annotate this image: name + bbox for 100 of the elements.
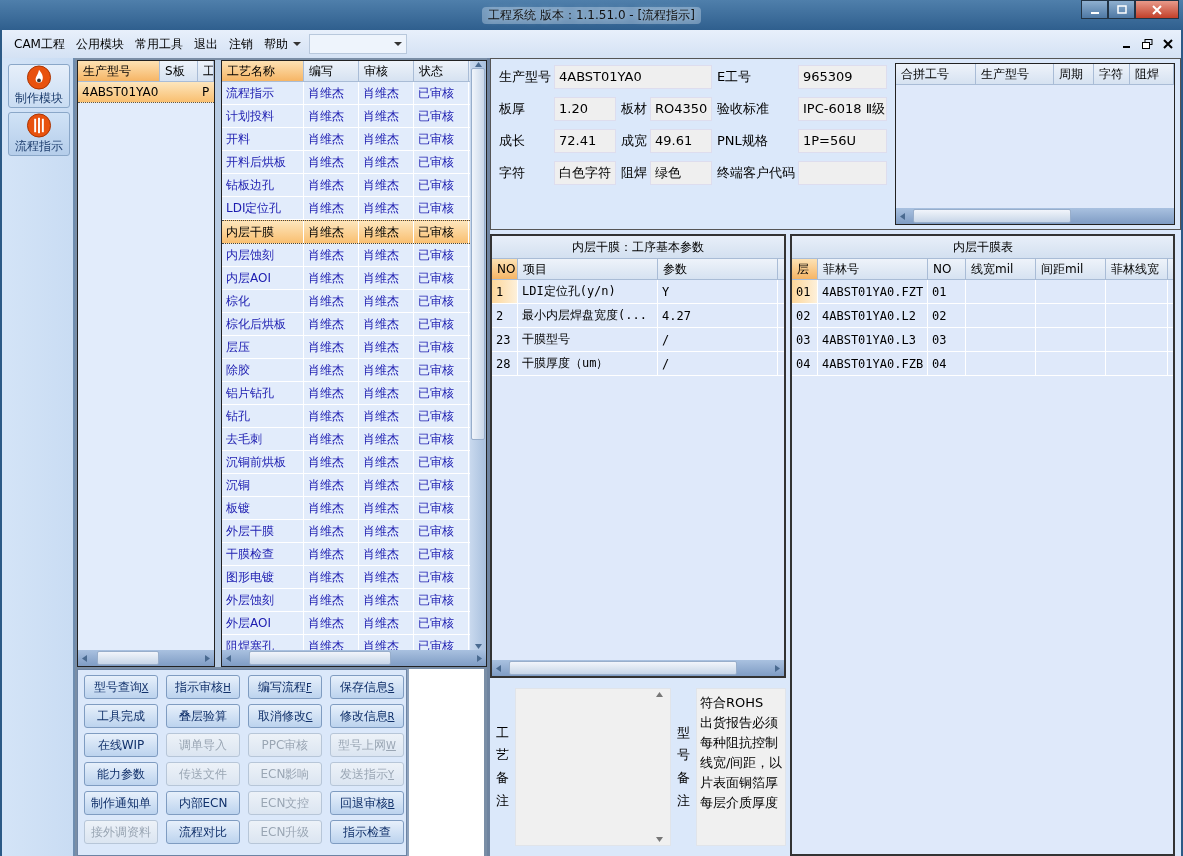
table-cell[interactable]: 04 xyxy=(792,352,818,375)
table-cell[interactable]: 已审核 xyxy=(413,382,469,404)
table-cell[interactable]: 已审核 xyxy=(413,244,469,266)
table-cell[interactable]: 已审核 xyxy=(413,428,469,450)
table-cell[interactable]: 肖维杰 xyxy=(303,82,359,104)
action-button[interactable]: 编写流程F xyxy=(248,675,322,699)
restore-icon[interactable] xyxy=(1142,39,1153,49)
table-cell[interactable]: 已审核 xyxy=(413,405,469,427)
menu-item[interactable]: 公用模块 xyxy=(75,35,124,53)
table-cell[interactable]: 肖维杰 xyxy=(303,244,359,266)
table-cell[interactable]: 肖维杰 xyxy=(358,174,414,196)
table-cell[interactable]: 肖维杰 xyxy=(303,405,359,427)
table-row[interactable]: 4ABST01YA0 P xyxy=(78,82,214,103)
column-header[interactable]: 状态 xyxy=(413,61,469,81)
table-cell[interactable]: 钻板边孔 xyxy=(221,174,304,196)
table-cell[interactable]: 去毛刺 xyxy=(221,428,304,450)
close-button[interactable] xyxy=(1135,0,1179,19)
table-cell[interactable]: 肖维杰 xyxy=(358,405,414,427)
table-cell[interactable]: 肖维杰 xyxy=(358,151,414,173)
table-cell[interactable]: 4.27 xyxy=(658,304,778,327)
input-field[interactable]: 绿色 xyxy=(650,161,712,185)
table-cell[interactable]: 肖维杰 xyxy=(303,151,359,173)
vertical-scrollbar[interactable] xyxy=(470,61,486,650)
action-button[interactable]: 内部ECN xyxy=(166,791,240,815)
table-cell[interactable]: 肖维杰 xyxy=(303,105,359,127)
scroll-left-icon[interactable] xyxy=(495,664,502,672)
table-cell[interactable]: 4ABST01YA0.FZT xyxy=(818,280,928,303)
table-cell[interactable]: 4ABST01YA0.FZB xyxy=(818,352,928,375)
horizontal-scrollbar[interactable] xyxy=(78,650,214,666)
action-button[interactable]: 制作通知单 xyxy=(84,791,158,815)
close-icon[interactable] xyxy=(1163,39,1173,49)
scroll-left-icon[interactable] xyxy=(224,654,232,662)
column-header[interactable]: 生产型号 xyxy=(976,64,1054,84)
scroll-up-icon[interactable] xyxy=(656,691,663,698)
table-cell[interactable]: 肖维杰 xyxy=(303,290,359,312)
input-field[interactable]: 49.61 xyxy=(650,129,712,153)
horizontal-scrollbar[interactable] xyxy=(492,660,784,676)
table-cell[interactable]: 肖维杰 xyxy=(358,128,414,150)
table-cell[interactable]: 肖维杰 xyxy=(358,82,414,104)
table-cell[interactable]: 棕化后烘板 xyxy=(221,313,304,335)
table-cell[interactable]: 已审核 xyxy=(413,497,469,519)
table-cell[interactable]: 肖维杰 xyxy=(303,474,359,496)
table-cell[interactable]: 已审核 xyxy=(413,221,469,243)
table-cell[interactable]: 肖维杰 xyxy=(303,612,359,634)
table-cell[interactable]: 棕化 xyxy=(221,290,304,312)
input-field[interactable]: RO4350 xyxy=(650,97,712,121)
table-cell[interactable]: 图形电镀 xyxy=(221,566,304,588)
action-button[interactable]: 取消修改C xyxy=(248,704,322,728)
menu-item[interactable]: CAM工程 xyxy=(14,35,65,53)
action-button[interactable]: 型号查询X xyxy=(84,675,158,699)
action-button[interactable]: 指示检查 xyxy=(330,820,404,844)
table-cell[interactable]: 肖维杰 xyxy=(358,474,414,496)
table-cell[interactable]: 肖维杰 xyxy=(303,589,359,611)
menu-item[interactable]: 退出 xyxy=(193,35,218,53)
table-cell[interactable]: 2 xyxy=(492,304,518,327)
table-cell[interactable]: 已审核 xyxy=(413,82,469,104)
table-cell[interactable]: 肖维杰 xyxy=(358,382,414,404)
table-cell[interactable]: 干膜型号 xyxy=(518,328,658,351)
table-cell[interactable]: 已审核 xyxy=(413,151,469,173)
table-cell[interactable]: 流程指示 xyxy=(221,82,304,104)
minimize-button[interactable] xyxy=(1081,0,1108,19)
table-cell[interactable]: 外层蚀刻 xyxy=(221,589,304,611)
column-header[interactable]: 菲林号 xyxy=(818,259,928,279)
table-cell[interactable]: 已审核 xyxy=(413,589,469,611)
action-button[interactable]: 叠层验算 xyxy=(166,704,240,728)
table-cell[interactable]: 板镀 xyxy=(221,497,304,519)
table-cell[interactable]: 肖维杰 xyxy=(358,589,414,611)
table-cell[interactable]: 已审核 xyxy=(413,566,469,588)
horizontal-scrollbar[interactable] xyxy=(896,208,1174,224)
table-cell[interactable]: 03 xyxy=(792,328,818,351)
column-header[interactable]: 审核 xyxy=(358,61,414,81)
table-cell[interactable]: 肖维杰 xyxy=(303,267,359,289)
table-cell[interactable]: 已审核 xyxy=(413,474,469,496)
column-header[interactable]: NO xyxy=(492,259,518,279)
column-header[interactable]: 工艺名称 xyxy=(221,61,304,81)
table-cell[interactable]: 肖维杰 xyxy=(303,428,359,450)
table-cell[interactable]: 肖维杰 xyxy=(358,221,414,243)
column-header[interactable]: 周期 xyxy=(1054,64,1094,84)
table-cell[interactable]: 肖维杰 xyxy=(303,543,359,565)
input-field[interactable]: 1.20 xyxy=(554,97,616,121)
action-button[interactable]: 回退审核B xyxy=(330,791,404,815)
text-area[interactable]: 符合ROHS 出货报告必须 每种阻抗控制 线宽/间距，以 片表面铜箔厚 每层介质厚度 xyxy=(696,688,786,846)
table-cell[interactable]: 肖维杰 xyxy=(358,428,414,450)
table-cell[interactable]: 肖维杰 xyxy=(303,313,359,335)
action-button[interactable]: 指示审核H xyxy=(166,675,240,699)
input-field[interactable]: 965309 xyxy=(798,65,887,89)
action-button[interactable]: 在线WIP xyxy=(84,733,158,757)
table-cell[interactable]: 钻孔 xyxy=(221,405,304,427)
table-cell[interactable]: 肖维杰 xyxy=(303,566,359,588)
table-cell[interactable]: 肖维杰 xyxy=(303,128,359,150)
table-cell[interactable]: 01 xyxy=(792,280,818,303)
column-header[interactable]: 项目 xyxy=(518,259,658,279)
module-button[interactable]: 流程指示 xyxy=(8,112,70,156)
column-header[interactable]: 层 xyxy=(792,259,818,279)
table-cell[interactable]: 最小内层焊盘宽度(... xyxy=(518,304,658,327)
module-button[interactable]: 制作模块 xyxy=(8,64,70,108)
table-cell[interactable]: 02 xyxy=(792,304,818,327)
table-cell[interactable]: 已审核 xyxy=(413,290,469,312)
table-cell[interactable]: 内层干膜 xyxy=(221,221,304,243)
table-cell[interactable]: 肖维杰 xyxy=(358,336,414,358)
